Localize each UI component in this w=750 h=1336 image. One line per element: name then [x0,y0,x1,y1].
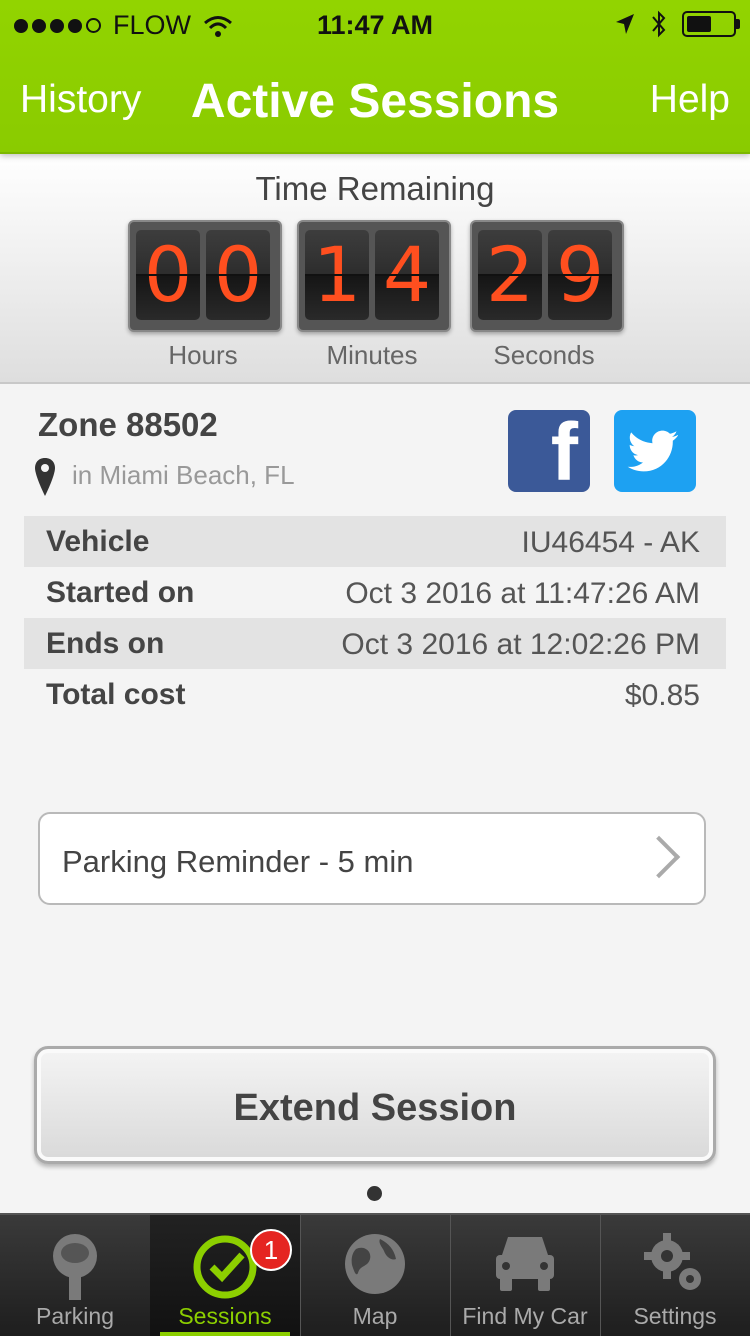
detail-row-total-cost: Total cost $0.85 [24,669,726,720]
detail-label: Total cost [46,678,186,711]
zone-location: in Miami Beach, FL [72,460,295,490]
detail-row-started: Started on Oct 3 2016 at 11:47:26 AM [24,567,726,618]
hours-counter: 0 0 [128,220,282,332]
tab-settings[interactable]: Settings [600,1215,750,1336]
twitter-icon [627,430,678,472]
tab-label: Settings [633,1303,717,1329]
seconds-label: Seconds [493,340,595,370]
detail-row-vehicle: Vehicle IU46454 - AK [24,516,726,567]
minutes-digit: 4 [375,230,439,320]
detail-row-ends: Ends on Oct 3 2016 at 12:02:26 PM [24,618,726,669]
hours-label: Hours [168,340,238,370]
clock-check-icon [193,1235,257,1299]
page-title: Active Sessions [190,75,560,128]
header: FLOW 11:47 AM History Active Sessions He… [0,0,750,154]
tab-label: Find My Car [462,1303,588,1329]
detail-value: $0.85 [624,679,700,712]
status-right [614,10,740,38]
tab-bar: Parking 1 Sessions Map Find My Car Setti… [0,1213,750,1336]
page-indicator [367,1186,382,1201]
battery-icon [682,11,740,37]
tab-parking[interactable]: Parking [0,1215,151,1336]
tab-label: Map [352,1303,398,1329]
parking-meter-icon [53,1234,97,1300]
detail-label: Ends on [46,627,165,660]
parking-reminder-button[interactable]: Parking Reminder - 5 min [38,812,706,905]
seconds-counter: 2 9 [470,220,624,332]
time-remaining-panel: Time Remaining 0 0 1 4 2 9 Hours Minutes… [0,154,750,384]
hours-digit: 0 [206,230,270,320]
zone-title: Zone 88502 [38,406,218,443]
minutes-counter: 1 4 [297,220,451,332]
help-button[interactable]: Help [650,78,730,122]
detail-label: Started on [46,576,195,609]
facebook-icon: f [550,407,578,498]
parking-reminder-label: Parking Reminder - 5 min [62,844,414,879]
tab-sessions[interactable]: 1 Sessions [150,1215,301,1336]
tab-find-my-car[interactable]: Find My Car [450,1215,601,1336]
extend-session-button[interactable]: Extend Session [34,1046,716,1164]
facebook-share-button[interactable]: f [508,407,590,498]
seconds-digit: 2 [478,230,542,320]
minutes-label: Minutes [326,340,418,370]
session-details: Vehicle IU46454 - AK Started on Oct 3 20… [24,516,726,720]
seconds-digit: 9 [548,230,612,320]
chevron-right-icon [637,835,681,879]
hours-digit: 0 [136,230,200,320]
sessions-count-badge: 1 [250,1229,292,1271]
car-icon [496,1237,554,1291]
location-pin-icon [35,458,55,496]
tab-label: Sessions [178,1303,272,1329]
extend-session-label: Extend Session [233,1087,517,1129]
detail-label: Vehicle [46,525,150,558]
bluetooth-icon [652,10,666,38]
detail-value: Oct 3 2016 at 11:47:26 AM [345,577,700,610]
twitter-share-button[interactable] [614,410,696,492]
globe-icon [345,1234,405,1294]
time-remaining-title: Time Remaining [255,170,495,207]
detail-value: IU46454 - AK [521,526,700,559]
detail-value: Oct 3 2016 at 12:02:26 PM [341,628,700,661]
tab-label: Parking [36,1303,114,1329]
minutes-digit: 1 [305,230,369,320]
status-bar: FLOW 11:47 AM [0,0,750,50]
location-arrow-icon [616,14,634,34]
tab-map[interactable]: Map [300,1215,451,1336]
gears-icon [644,1233,701,1290]
